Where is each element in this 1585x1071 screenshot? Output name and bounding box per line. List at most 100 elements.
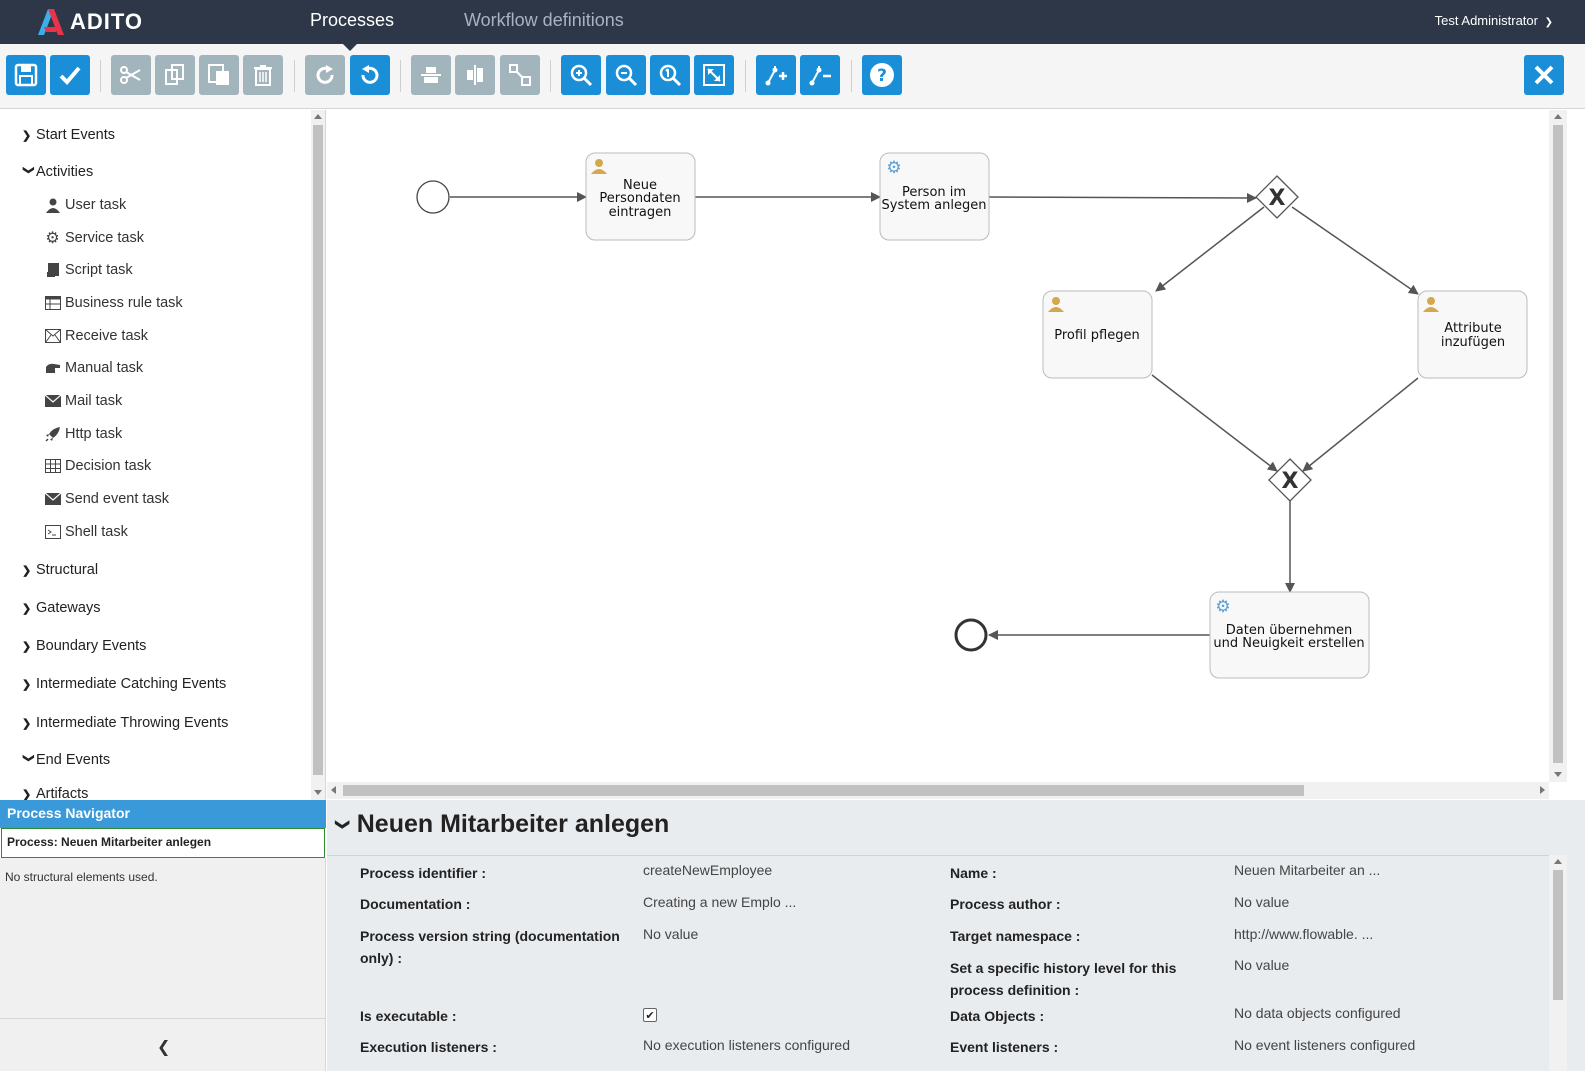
palette-group-intermediate-catching-events[interactable]: ❯ Intermediate Catching Events bbox=[22, 676, 226, 692]
sequence-flow[interactable] bbox=[1302, 377, 1419, 472]
palette-group-gateways[interactable]: ❯ Gateways bbox=[22, 600, 100, 616]
start-event[interactable] bbox=[416, 180, 450, 214]
chevron-down-icon: ❯ bbox=[22, 165, 35, 175]
copy-button[interactable] bbox=[155, 55, 195, 95]
scrollbar-thumb[interactable] bbox=[313, 125, 323, 775]
prop-label-history-level: Set a specific history level for this pr… bbox=[950, 960, 1177, 998]
paste-icon bbox=[208, 64, 229, 85]
palette-item-shell-task[interactable]: Shell task bbox=[44, 524, 128, 540]
add-bendpoint-button[interactable] bbox=[756, 55, 796, 95]
scroll-up-arrow-icon[interactable] bbox=[314, 114, 322, 119]
help-button[interactable]: ? bbox=[862, 55, 902, 95]
exclusive-gateway[interactable]: X bbox=[1268, 458, 1312, 502]
align-horizontal-button[interactable] bbox=[455, 55, 495, 95]
delete-button[interactable] bbox=[243, 55, 283, 95]
prop-value-history-level[interactable]: No value bbox=[1234, 954, 1289, 976]
user-task-profil-pflegen[interactable]: Profil pflegen bbox=[1042, 290, 1153, 379]
item-label: Receive task bbox=[65, 328, 149, 344]
item-label: Manual task bbox=[65, 360, 144, 376]
tab-processes[interactable]: Processes bbox=[310, 10, 394, 31]
scroll-down-arrow-icon[interactable] bbox=[1554, 772, 1562, 777]
zoom-fit-button[interactable] bbox=[694, 55, 734, 95]
palette-group-artifacts[interactable]: ❯ Artifacts bbox=[22, 786, 88, 800]
palette-scrollbar[interactable] bbox=[311, 110, 325, 800]
validate-button[interactable] bbox=[50, 55, 90, 95]
palette-item-send-event-task[interactable]: Send event task bbox=[44, 491, 169, 507]
prop-label-name: Name : bbox=[950, 865, 997, 881]
prop-value-target-namespace[interactable]: http://www.flowable. ... bbox=[1234, 923, 1373, 945]
remove-bendpoint-icon bbox=[809, 66, 831, 86]
close-icon bbox=[1534, 65, 1554, 85]
palette-item-mail-task[interactable]: Mail task bbox=[44, 393, 122, 409]
tab-workflow-definitions[interactable]: Workflow definitions bbox=[464, 10, 624, 31]
sequence-flow[interactable] bbox=[1155, 206, 1265, 292]
palette-item-service-task[interactable]: ⚙ Service task bbox=[44, 230, 144, 247]
user-menu[interactable]: Test Administrator ❯ bbox=[1435, 13, 1553, 28]
zoom-in-button[interactable] bbox=[561, 55, 601, 95]
palette-item-manual-task[interactable]: Manual task bbox=[44, 360, 143, 376]
exclusive-gateway[interactable]: X bbox=[1255, 175, 1299, 219]
properties-scrollbar[interactable] bbox=[1549, 855, 1567, 1071]
palette-item-http-task[interactable]: Http task bbox=[44, 426, 122, 442]
redo-button[interactable] bbox=[305, 55, 345, 95]
scroll-down-arrow-icon[interactable] bbox=[314, 790, 322, 795]
canvas-horizontal-scrollbar[interactable] bbox=[327, 782, 1549, 799]
redo-icon bbox=[316, 65, 334, 84]
remove-bendpoint-button[interactable] bbox=[800, 55, 840, 95]
palette-item-user-task[interactable]: User task bbox=[44, 197, 126, 213]
cut-button[interactable] bbox=[111, 55, 151, 95]
scroll-right-arrow-icon[interactable] bbox=[1540, 786, 1545, 794]
palette-group-structural[interactable]: ❯ Structural bbox=[22, 562, 98, 578]
prop-value-data-objects[interactable]: No data objects configured bbox=[1234, 1002, 1401, 1024]
user-task-attribute-hinzufuegen[interactable]: Attribute inzufügen bbox=[1417, 290, 1528, 379]
close-editor-button[interactable] bbox=[1524, 55, 1564, 95]
service-task-person-anlegen[interactable]: ⚙ Person im System anlegen bbox=[879, 152, 990, 241]
adito-logo[interactable]: ADITO bbox=[34, 6, 143, 38]
palette-item-script-task[interactable]: Script task bbox=[44, 262, 133, 278]
prop-value-execution-listeners[interactable]: No execution listeners configured bbox=[643, 1034, 850, 1056]
is-executable-checkbox[interactable]: ✔ bbox=[643, 1008, 657, 1022]
palette-item-receive-task[interactable]: Receive task bbox=[44, 328, 148, 344]
same-size-button[interactable] bbox=[500, 55, 540, 95]
palette-group-start-events[interactable]: ❯ Start Events bbox=[22, 127, 115, 143]
scroll-up-arrow-icon[interactable] bbox=[1554, 114, 1562, 119]
prop-value-process-author[interactable]: No value bbox=[1234, 891, 1289, 913]
end-event[interactable] bbox=[954, 618, 988, 652]
canvas-vertical-scrollbar[interactable] bbox=[1549, 110, 1567, 782]
palette-group-activities[interactable]: ❯ Activities bbox=[22, 164, 94, 180]
properties-title[interactable]: ❯ Neuen Mitarbeiter anlegen bbox=[334, 810, 669, 839]
palette-group-intermediate-throwing-events[interactable]: ❯ Intermediate Throwing Events bbox=[22, 715, 228, 731]
scrollbar-thumb[interactable] bbox=[343, 785, 1304, 796]
chevron-down-icon[interactable]: ❯ bbox=[334, 819, 351, 831]
undo-button[interactable] bbox=[350, 55, 390, 95]
floppy-disk-icon bbox=[14, 63, 38, 87]
zoom-out-button[interactable] bbox=[606, 55, 646, 95]
prop-value-event-listeners[interactable]: No event listeners configured bbox=[1234, 1034, 1415, 1056]
align-vertical-button[interactable] bbox=[411, 55, 451, 95]
sequence-flow[interactable] bbox=[1151, 374, 1278, 472]
save-button[interactable] bbox=[6, 55, 46, 95]
prop-value-name[interactable]: Neuen Mitarbeiter an ... bbox=[1234, 859, 1380, 881]
scrollbar-thumb[interactable] bbox=[1553, 125, 1563, 763]
user-task-neue-persondaten[interactable]: Neue Persondaten eintragen bbox=[585, 152, 696, 241]
process-navigator-item[interactable]: Process: Neuen Mitarbeiter anlegen bbox=[1, 828, 325, 858]
diagram-canvas[interactable]: Neue Persondaten eintragen ⚙ Person im S… bbox=[327, 110, 1549, 782]
palette-item-business-rule-task[interactable]: Business rule task bbox=[44, 295, 183, 311]
palette-group-boundary-events[interactable]: ❯ Boundary Events bbox=[22, 638, 146, 654]
sequence-flow[interactable] bbox=[1291, 206, 1419, 295]
scrollbar-thumb[interactable] bbox=[1553, 870, 1563, 1000]
collapse-sidebar-icon[interactable]: ❮ bbox=[157, 1037, 170, 1056]
scroll-left-arrow-icon[interactable] bbox=[331, 786, 336, 794]
bpmn-diagram[interactable]: Neue Persondaten eintragen ⚙ Person im S… bbox=[327, 110, 1549, 782]
sequence-flow[interactable] bbox=[988, 192, 1257, 203]
scroll-up-arrow-icon[interactable] bbox=[1554, 859, 1562, 864]
paste-button[interactable] bbox=[199, 55, 239, 95]
service-task-daten-uebernehmen[interactable]: ⚙ Daten übernehmen und Neuigkeit erstell… bbox=[1209, 591, 1370, 679]
prop-value-documentation[interactable]: Creating a new Emplo ... bbox=[643, 891, 796, 913]
palette-group-end-events[interactable]: ❯ End Events bbox=[22, 752, 111, 768]
palette-sidebar: ❯ Start Events ❯ Activities User task ⚙ Ser… bbox=[0, 110, 326, 800]
zoom-actual-button[interactable] bbox=[650, 55, 690, 95]
prop-value-version-string[interactable]: No value bbox=[643, 923, 698, 945]
prop-value-process-identifier[interactable]: createNewEmployee bbox=[643, 859, 772, 881]
palette-item-decision-task[interactable]: Decision task bbox=[44, 458, 151, 474]
